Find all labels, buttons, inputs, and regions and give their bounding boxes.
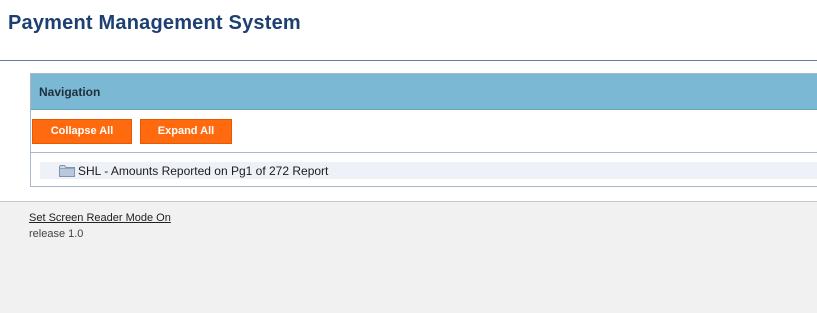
navigation-title: Navigation — [39, 85, 101, 99]
folder-icon — [59, 164, 75, 177]
navigation-header: Navigation — [31, 74, 817, 110]
expand-all-button[interactable]: Expand All — [140, 119, 232, 144]
footer: Set Screen Reader Mode On release 1.0 — [0, 201, 817, 313]
release-version: release 1.0 — [29, 228, 84, 240]
navigation-toolbar: Collapse All Expand All — [31, 110, 817, 153]
screen-reader-mode-link[interactable]: Set Screen Reader Mode On — [29, 212, 171, 224]
page-title: Payment Management System — [8, 12, 301, 34]
tree-item[interactable]: SHL - Amounts Reported on Pg1 of 272 Rep… — [40, 162, 817, 179]
navigation-tree: SHL - Amounts Reported on Pg1 of 272 Rep… — [31, 153, 817, 187]
collapse-all-button[interactable]: Collapse All — [32, 119, 132, 144]
tree-item-label: SHL - Amounts Reported on Pg1 of 272 Rep… — [78, 163, 329, 178]
navigation-panel: Navigation Collapse All Expand All SHL -… — [30, 73, 817, 187]
app-header: Payment Management System — [0, 0, 817, 61]
